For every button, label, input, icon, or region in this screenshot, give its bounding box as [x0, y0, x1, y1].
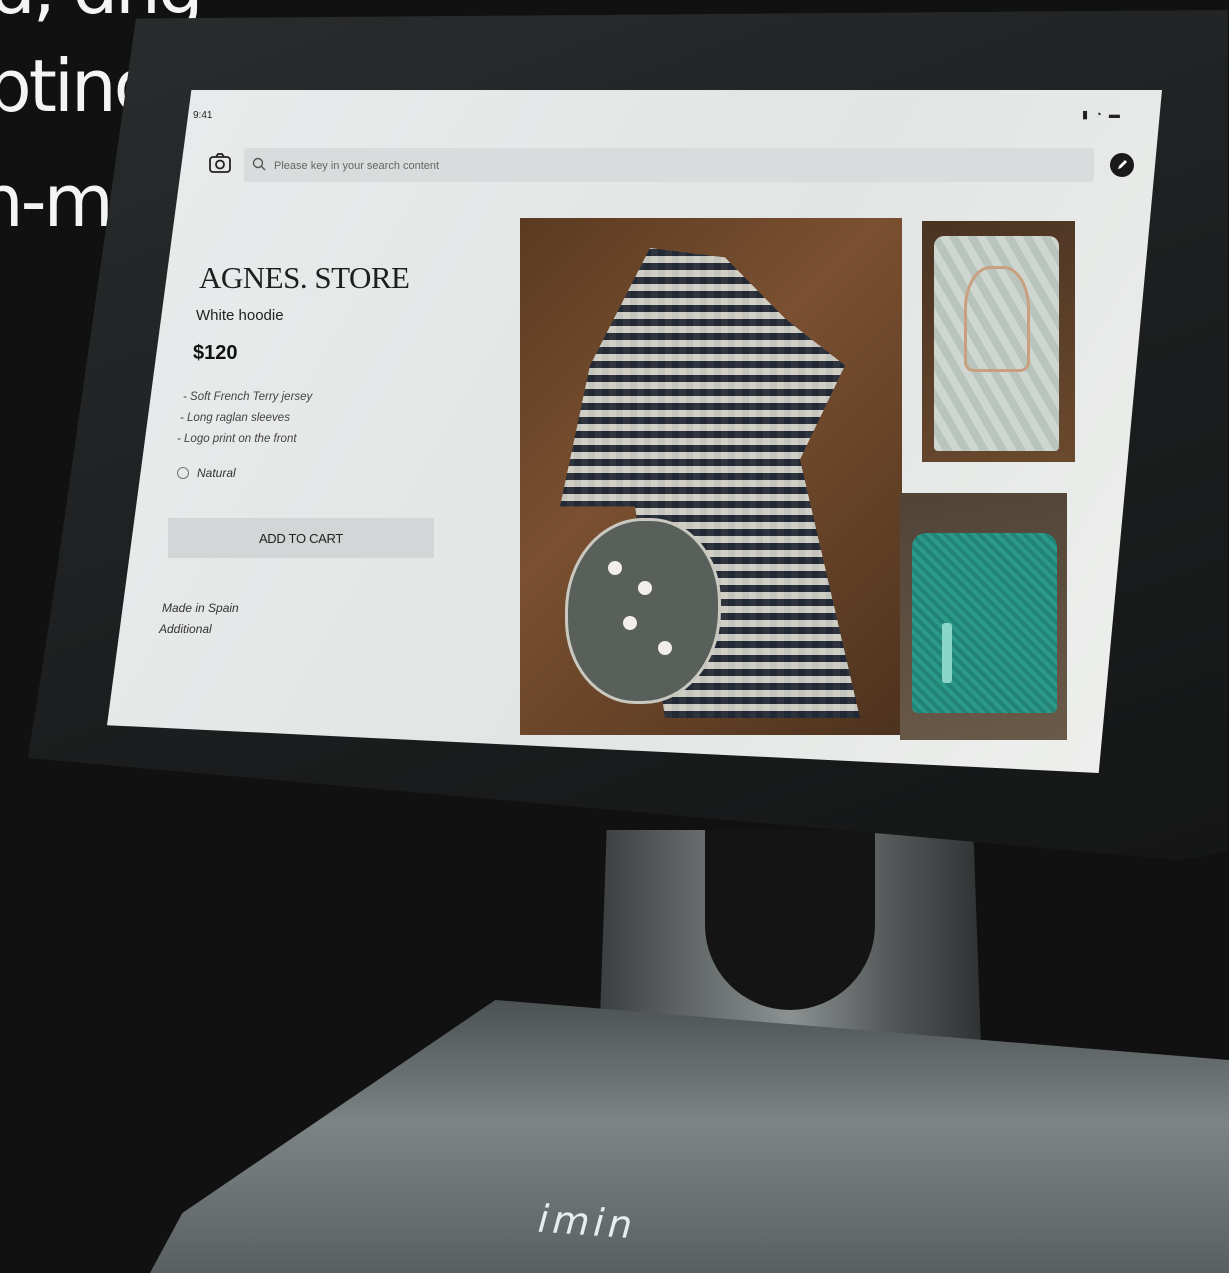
teal-qipao	[912, 533, 1057, 713]
color-option-label: Natural	[197, 466, 236, 480]
light-qipao	[934, 236, 1059, 451]
pencil-icon	[1118, 160, 1127, 169]
made-in-link[interactable]: Made in Spain	[162, 598, 239, 619]
blossom	[623, 616, 637, 630]
thumbnail-light-qipao[interactable]	[922, 221, 1075, 462]
signal-icon: ▮	[1082, 109, 1091, 121]
status-time: 9:41	[193, 110, 213, 121]
search-bar[interactable]	[244, 148, 1094, 182]
stand-cutout	[705, 830, 875, 1010]
brand-logo: imin	[536, 1196, 638, 1248]
qipao-trim	[964, 266, 1030, 372]
edit-button[interactable]	[1110, 153, 1134, 177]
camera-button[interactable]	[207, 150, 233, 176]
feature-item: - Logo print on the front	[177, 433, 297, 445]
blossom	[658, 641, 672, 655]
main-product-image[interactable]	[520, 218, 902, 735]
search-input[interactable]	[272, 153, 1056, 179]
feature-item: - Soft French Terry jersey	[183, 391, 313, 403]
painted-fan	[565, 518, 721, 704]
stand-base	[150, 1000, 1229, 1273]
wifi-icon: ◔	[1095, 109, 1104, 121]
store-name: AGNES. STORE	[199, 260, 410, 295]
product-meta: Made in Spain Additional	[159, 598, 239, 640]
radio-button[interactable]	[177, 467, 189, 479]
add-to-cart-button[interactable]: ADD TO CART	[168, 518, 434, 558]
tassel	[942, 623, 952, 683]
blossom	[638, 581, 652, 595]
feature-list: - Soft French Terry jersey - Long raglan…	[177, 387, 313, 450]
tablet-screen: 9:41 ▮ ◔ ▬ AGNES. STORE White hoodie $12…	[107, 90, 1162, 773]
search-icon	[252, 157, 266, 171]
camera-icon	[209, 153, 231, 173]
blossom	[608, 561, 622, 575]
color-option-natural[interactable]: Natural	[177, 466, 236, 480]
feature-item: - Long raglan sleeves	[180, 412, 290, 424]
battery-icon: ▬	[1108, 109, 1122, 121]
thumbnail-teal-qipao[interactable]	[900, 493, 1067, 740]
status-icons: ▮ ◔ ▬	[1082, 108, 1122, 121]
product-name: White hoodie	[196, 307, 284, 324]
product-price: $120	[193, 342, 238, 364]
additional-link[interactable]: Additional	[159, 619, 239, 640]
